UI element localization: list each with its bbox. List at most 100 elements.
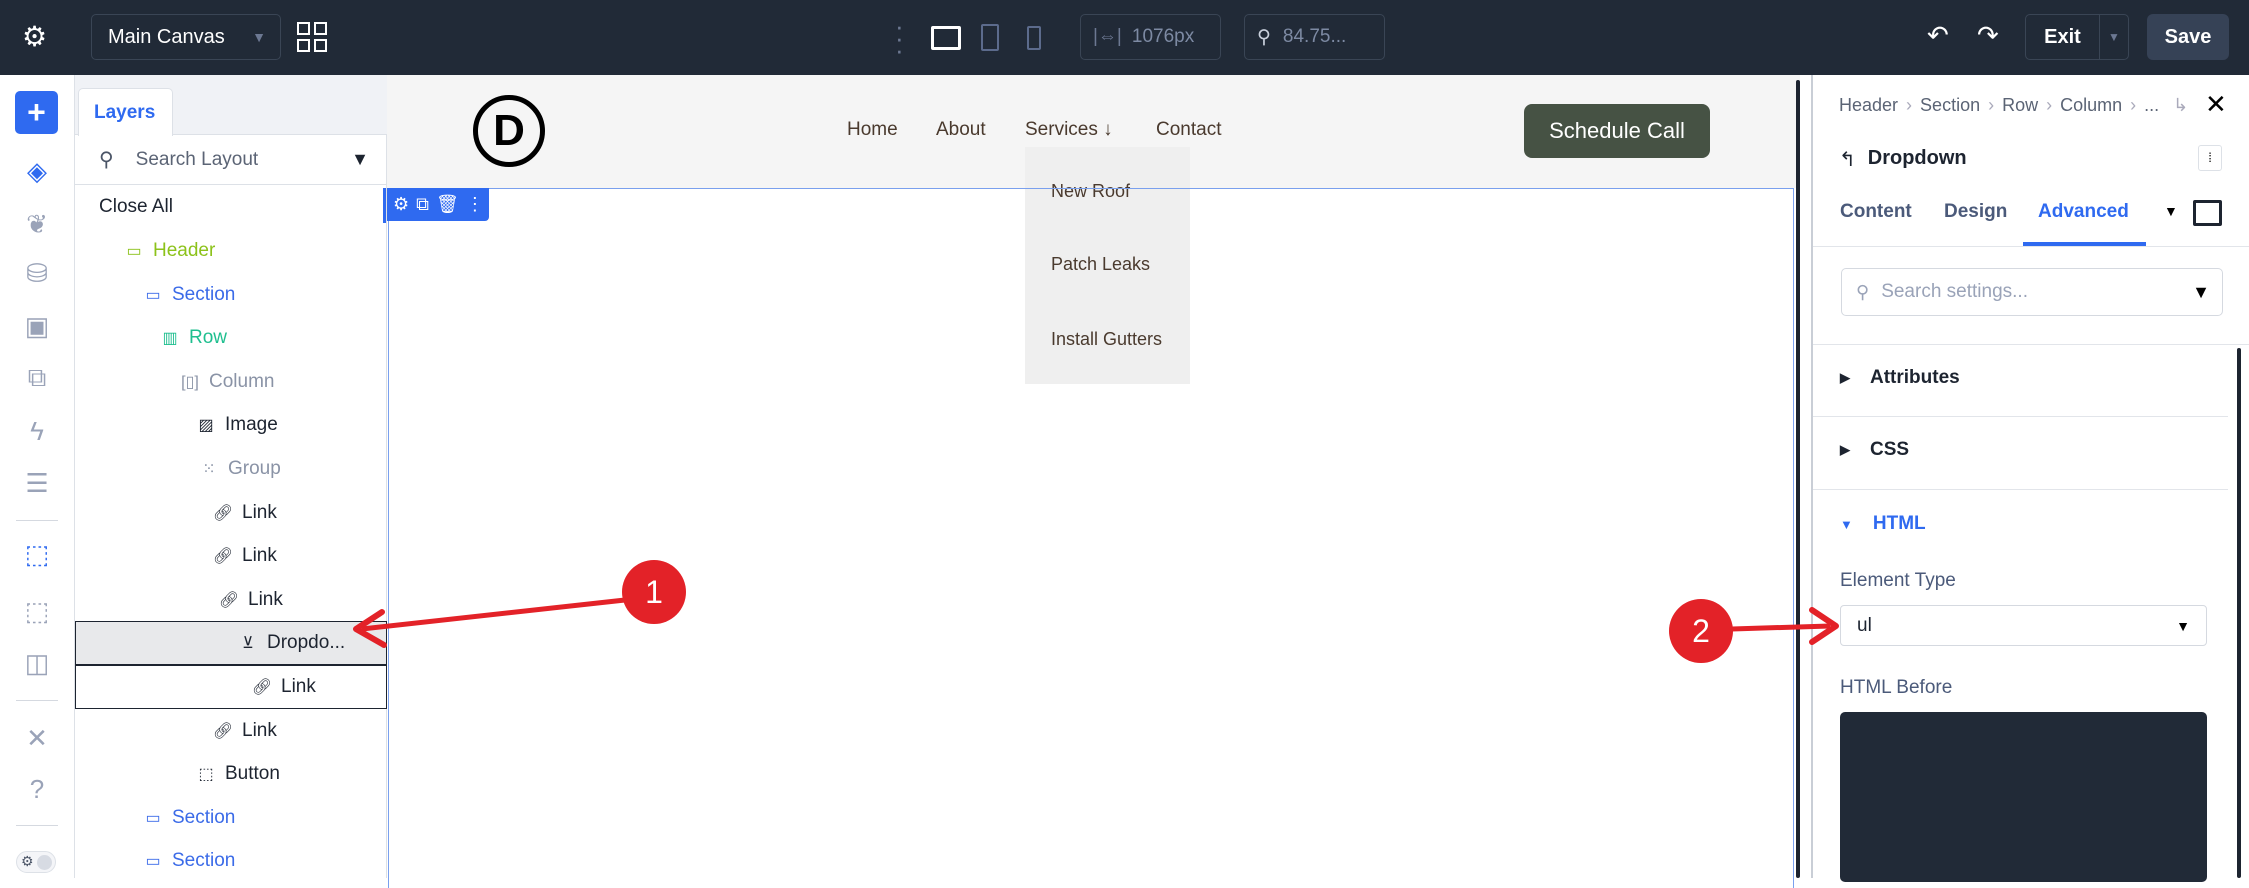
layer-item-section[interactable]: ▭ Section <box>75 273 387 317</box>
select-element-icon[interactable]: ⬚ <box>16 533 58 575</box>
layer-item-label: Header <box>153 240 216 261</box>
settings-gear-icon[interactable]: ⚙ <box>22 20 47 53</box>
layer-item-section[interactable]: ▭ Section <box>75 796 387 840</box>
layer-item-label: Group <box>228 458 281 479</box>
more-vertical-icon[interactable]: ⋮ <box>466 194 484 215</box>
schedule-call-button[interactable]: Schedule Call <box>1524 104 1710 158</box>
exit-button[interactable]: Exit ▼ <box>2025 14 2129 60</box>
header-icon: ▭ <box>126 243 142 260</box>
canvas-width-input[interactable]: |⇔| 1076px <box>1080 14 1221 60</box>
section-attributes[interactable]: ▶ Attributes <box>1840 367 1960 389</box>
layer-item-row[interactable]: ▥ Row <box>75 316 387 360</box>
dropdown-item-install-gutters[interactable]: Install Gutters <box>1051 329 1162 350</box>
layer-item-link[interactable]: 🔗︎ Link <box>75 491 387 535</box>
nav-contact[interactable]: Contact <box>1156 119 1221 141</box>
desktop-view-icon[interactable] <box>931 26 961 50</box>
database-icon[interactable]: ⛁ <box>16 252 58 294</box>
layer-item-button[interactable]: ⬚ Button <box>75 752 387 796</box>
exit-dropdown-caret-icon[interactable]: ▼ <box>2100 30 2128 44</box>
layer-item-label: Link <box>242 719 277 741</box>
tab-design[interactable]: Design <box>1944 201 2007 223</box>
trash-icon[interactable]: 🗑 <box>436 194 459 215</box>
layers-icon[interactable]: ◈ <box>16 150 58 192</box>
layer-item-dropdo[interactable]: ⊻ Dropdo... <box>75 621 387 666</box>
element-options-icon[interactable]: ⁞ <box>2198 145 2222 171</box>
layer-item-section[interactable]: ▭ Section <box>75 839 387 883</box>
breadcrumb-column[interactable]: Column <box>2060 95 2122 116</box>
layer-item-link[interactable]: 🔗︎ Link <box>75 709 387 753</box>
back-arrow-icon[interactable]: ↰ <box>1839 147 1856 172</box>
canvas: D Home About Services ↓ Contact New Roof… <box>387 75 1800 888</box>
breadcrumb-header[interactable]: Header <box>1839 95 1898 116</box>
layer-item-image[interactable]: ▨ Image <box>75 403 387 447</box>
undo-icon[interactable]: ↶ <box>1927 20 1949 51</box>
nav-about[interactable]: About <box>936 119 986 141</box>
breakpoint-caret-icon[interactable]: ▼ <box>2164 203 2178 219</box>
canvas-select[interactable]: Main Canvas ▼ <box>91 14 281 60</box>
settings-scrollbar[interactable] <box>2237 348 2241 878</box>
theme-toggle[interactable]: ⚙ <box>16 851 56 873</box>
breadcrumb-row[interactable]: Row <box>2002 95 2038 116</box>
link-icon: 🔗︎ <box>251 679 273 696</box>
nav-services[interactable]: Services ↓ <box>1025 119 1113 141</box>
nav-home[interactable]: Home <box>847 119 898 141</box>
html-before-editor[interactable] <box>1840 712 2207 882</box>
section-html[interactable]: ▼ HTML <box>1840 513 1926 535</box>
layer-item-column[interactable]: [▯] Column <box>75 360 387 404</box>
tablet-view-icon[interactable] <box>981 24 999 51</box>
help-icon[interactable]: ? <box>16 768 58 810</box>
layers-search[interactable]: ⚲ Search Layout ▼ <box>75 135 387 185</box>
preview-layout-icon[interactable]: ◫ <box>16 642 58 684</box>
close-all-button[interactable]: Close All <box>75 185 387 229</box>
layers-scrollbar[interactable] <box>383 188 386 223</box>
canvas-scrollbar[interactable] <box>1796 80 1800 878</box>
tab-content[interactable]: Content <box>1840 201 1912 223</box>
duplicate-icon[interactable]: ⧉ <box>416 194 429 215</box>
dropdown-item-new-roof[interactable]: New Roof <box>1051 181 1130 202</box>
filter-icon[interactable]: ▼ <box>351 149 369 170</box>
zoom-input[interactable]: ⚲ 84.75... <box>1244 14 1385 60</box>
section-css[interactable]: ▶ CSS <box>1840 439 1909 461</box>
chevron-down-icon: ▼ <box>2176 617 2190 634</box>
tab-layers[interactable]: Layers <box>78 88 173 136</box>
select-multiple-icon[interactable]: ⬚ <box>16 590 58 632</box>
more-vertical-icon[interactable]: · · · <box>895 13 905 63</box>
pages-icon[interactable]: ⧉ <box>16 357 58 399</box>
tab-advanced[interactable]: Advanced <box>2038 201 2129 223</box>
filter-icon[interactable]: ▼ <box>2192 282 2210 303</box>
layer-item-label: Link <box>242 545 277 567</box>
add-element-button[interactable]: + <box>15 91 58 134</box>
breadcrumb-section[interactable]: Section <box>1920 95 1980 116</box>
breadcrumb-more[interactable]: ... <box>2144 95 2159 116</box>
settings-gear-icon[interactable]: ⚙ <box>393 194 409 215</box>
layer-item-header[interactable]: ▭ Header <box>75 229 387 273</box>
element-type-select[interactable]: ul ▼ <box>1840 605 2207 646</box>
mobile-view-icon[interactable] <box>1027 26 1041 50</box>
layer-item-link[interactable]: 🔗︎ Link <box>75 665 387 709</box>
variables-icon[interactable]: ▣ <box>16 305 58 347</box>
templates-icon[interactable]: ☰ <box>16 462 58 504</box>
close-icon[interactable]: ✕ <box>2205 89 2227 120</box>
style-palette-icon[interactable]: ❦ <box>16 203 58 245</box>
layer-item-group[interactable]: ⁙ Group <box>75 447 387 491</box>
go-to-child-icon[interactable]: ↳ <box>2173 95 2188 116</box>
redo-icon[interactable]: ↷ <box>1977 20 1999 51</box>
save-button[interactable]: Save <box>2147 14 2229 60</box>
layer-item-label: Link <box>281 676 316 697</box>
dropdown-item-patch-leaks[interactable]: Patch Leaks <box>1051 254 1150 275</box>
tools-icon[interactable]: ✕ <box>16 717 58 759</box>
interactions-lightning-icon[interactable]: ϟ <box>16 410 58 452</box>
layer-item-label: Section <box>172 806 236 828</box>
search-settings-input[interactable]: ⚲ Search settings... ▼ <box>1841 268 2223 316</box>
search-icon: ⚲ <box>99 149 114 171</box>
desktop-breakpoint-icon[interactable] <box>2193 200 2222 226</box>
section-icon: ▭ <box>145 809 161 827</box>
search-layout-input[interactable]: Search Layout <box>136 149 259 171</box>
breadcrumb: Header › Section › Row › Column › ... ↳ <box>1839 95 2189 116</box>
layer-item-label: Section <box>172 283 236 305</box>
layer-item-link[interactable]: 🔗︎ Link <box>75 578 387 622</box>
grid-view-icon[interactable] <box>297 22 327 52</box>
site-logo[interactable]: D <box>473 95 545 167</box>
group-icon: ⁙ <box>202 461 216 478</box>
layer-item-link[interactable]: 🔗︎ Link <box>75 534 387 578</box>
